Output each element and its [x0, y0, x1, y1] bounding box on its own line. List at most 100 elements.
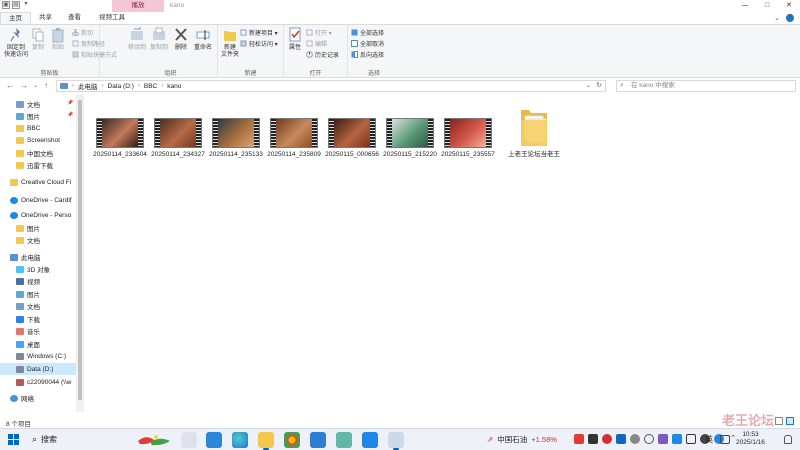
nav-item[interactable]: 视频 [0, 275, 76, 287]
paste-button[interactable]: 粘贴 [50, 27, 66, 52]
nav-item[interactable]: Data (D:) [0, 363, 76, 375]
invert-selection-button[interactable]: 反向选择 [351, 50, 384, 59]
nav-item[interactable]: 文档 [0, 300, 76, 312]
customize-quick-access-icon[interactable]: ▾ [22, 1, 30, 9]
breadcrumb-separator-icon[interactable]: › [72, 83, 74, 89]
help-icon[interactable]: ? [786, 14, 794, 22]
stock-widget[interactable]: ⇗ 中国石油 +1.58% [487, 434, 557, 445]
back-arrow-icon[interactable]: ← [6, 80, 14, 92]
nav-item[interactable]: Creative Cloud Fi [0, 176, 76, 188]
video-file-item[interactable]: 20250114_233604 [92, 118, 148, 159]
nav-item[interactable]: 3D 对象 [0, 263, 76, 275]
pin-quick-access-button[interactable]: 固定到 快速访问 [3, 27, 29, 59]
chrome-browser-icon[interactable] [284, 432, 300, 448]
nav-item[interactable]: Screenshot [0, 134, 76, 146]
tab-view[interactable]: 查看 [60, 12, 89, 24]
cloud-app-icon[interactable] [388, 432, 404, 450]
properties-quick-icon[interactable]: ▣ [2, 1, 10, 9]
delete-button[interactable]: 删除 [172, 27, 190, 52]
up-arrow-icon[interactable]: ↑ [44, 80, 48, 92]
edit-button[interactable]: 编辑 [306, 39, 327, 48]
video-file-item[interactable]: 20250115_235557 [440, 118, 496, 159]
nav-item[interactable]: 桌面 [0, 338, 76, 350]
notification-bell-icon[interactable] [784, 435, 792, 444]
nav-item[interactable]: 网络 [0, 392, 76, 404]
minimize-button[interactable]: — [734, 0, 756, 12]
select-none-button[interactable]: 全部取消 [351, 39, 384, 48]
start-windows-icon[interactable] [8, 434, 19, 445]
file-explorer-icon[interactable] [258, 432, 274, 450]
nav-item[interactable]: OneDrive - Cardif [0, 194, 76, 206]
nav-item[interactable]: 图片 [0, 288, 76, 300]
tab-video-tools[interactable]: 视频工具 [91, 12, 133, 24]
folder-item[interactable]: 上老王论坛当老王 [504, 104, 564, 159]
tray-app-icon[interactable] [658, 434, 668, 444]
video-file-item[interactable]: 20250115_215220 [382, 118, 438, 159]
scrollbar-thumb[interactable] [78, 100, 82, 400]
app-icon[interactable] [336, 432, 352, 448]
breadcrumb-data-drive[interactable]: Data (D:) [108, 83, 134, 90]
tray-app-icon[interactable] [574, 434, 584, 444]
collapse-ribbon-icon[interactable]: ⌄ [774, 14, 780, 22]
video-file-item[interactable]: 20250114_234327 [150, 118, 206, 159]
paste-shortcut-button[interactable]: 粘贴快捷方式 [72, 50, 117, 59]
copy-path-button[interactable]: 复制路径 [72, 39, 105, 48]
new-folder-quick-icon[interactable]: ▤ [12, 1, 20, 9]
rename-button[interactable]: 重命名 [192, 27, 214, 52]
history-button[interactable]: 历史记录 [306, 50, 339, 59]
breadcrumb-separator-icon[interactable]: › [161, 83, 163, 89]
breadcrumb-this-pc[interactable]: 此电脑 [78, 81, 98, 91]
open-button[interactable]: 打开 ▾ [306, 28, 332, 37]
tray-app-icon[interactable] [630, 434, 640, 444]
nav-item[interactable]: OneDrive - Perso [0, 209, 76, 221]
nav-item[interactable]: 此电脑 [0, 251, 76, 263]
nav-item[interactable]: Windows (C:) [0, 350, 76, 362]
tray-app-icon[interactable] [686, 434, 696, 444]
feishu-app-icon[interactable] [362, 432, 378, 448]
breadcrumb-separator-icon[interactable]: › [102, 83, 104, 89]
vscode-icon[interactable] [310, 432, 326, 448]
breadcrumb-bbc[interactable]: BBC [144, 83, 157, 90]
close-button[interactable]: ✕ [778, 0, 800, 12]
address-dropdown-icon[interactable]: ⌄ [586, 81, 591, 91]
breadcrumb-separator-icon[interactable]: › [138, 83, 140, 89]
maximize-button[interactable]: □ [756, 0, 778, 12]
nav-item[interactable]: 图片 [0, 222, 76, 234]
easy-access-button[interactable]: 轻松访问 ▾ [240, 39, 278, 48]
properties-button[interactable]: 属性 [286, 27, 304, 52]
tray-app-icon[interactable] [616, 434, 626, 444]
tray-app-icon[interactable] [672, 434, 682, 444]
tab-home[interactable]: 主页 [0, 12, 31, 24]
video-file-item[interactable]: 20250115_000656 [324, 118, 380, 159]
select-all-button[interactable]: 全部选择 [351, 28, 384, 37]
forward-arrow-icon[interactable]: → [20, 80, 28, 92]
widgets-app-icon[interactable] [206, 432, 222, 448]
nav-item[interactable]: 音乐 [0, 325, 76, 337]
nav-item[interactable]: 下载 [0, 313, 76, 325]
breadcrumb-kano[interactable]: kano [167, 83, 181, 90]
copy-button[interactable]: 复制 [30, 27, 46, 52]
edge-browser-icon[interactable] [232, 432, 248, 448]
tray-app-icon[interactable] [602, 434, 612, 444]
large-icons-view-icon[interactable] [786, 417, 794, 425]
new-item-button[interactable]: 新建项目 ▾ [240, 28, 278, 37]
video-file-item[interactable]: 20250114_235133 [208, 118, 264, 159]
nav-item[interactable]: c22090044 (\\w [0, 376, 76, 388]
cut-button[interactable]: 剪切 [72, 28, 93, 37]
address-bar[interactable]: › 此电脑 › Data (D:) › BBC › kano ⌄ ↻ [56, 80, 606, 92]
nav-item[interactable]: 中国文档 [0, 147, 76, 159]
tray-app-icon[interactable] [644, 434, 654, 444]
move-to-button[interactable]: 移动到 [126, 27, 148, 52]
nav-item[interactable]: BBC [0, 122, 76, 134]
new-folder-button[interactable]: 新建 文件夹 [220, 27, 240, 59]
tray-app-icon[interactable] [588, 434, 598, 444]
input-language[interactable]: 英 [705, 434, 713, 445]
refresh-icon[interactable]: ↻ [596, 81, 602, 91]
network-wifi-icon[interactable] [720, 435, 730, 444]
recent-locations-chevron-icon[interactable]: ⌄ [33, 80, 38, 92]
nav-item[interactable]: 文档 [0, 234, 76, 246]
tab-share[interactable]: 共享 [31, 12, 60, 24]
nav-item[interactable]: 图片 [0, 110, 76, 122]
task-view-icon[interactable] [181, 432, 197, 448]
copy-to-button[interactable]: 复制到 [148, 27, 170, 52]
